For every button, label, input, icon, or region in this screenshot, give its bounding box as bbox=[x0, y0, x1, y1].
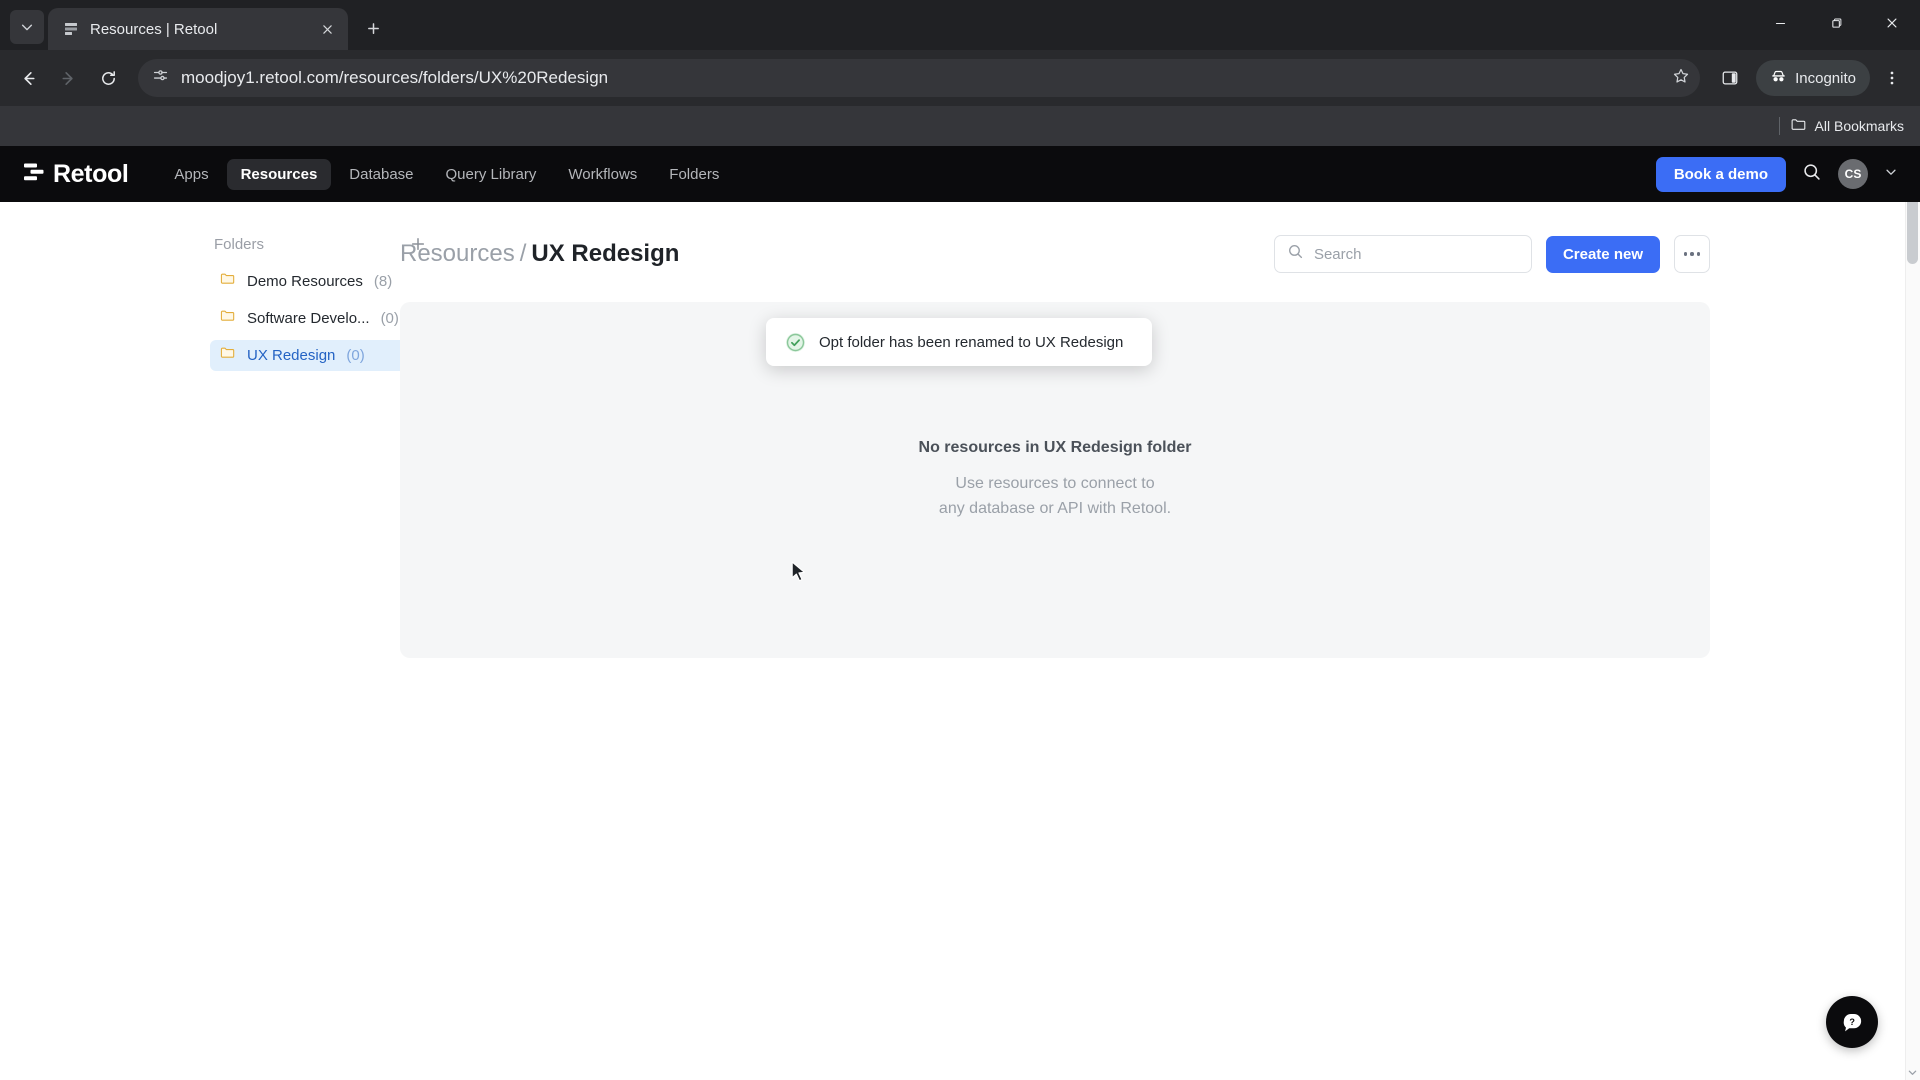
empty-state-line1: Use resources to connect to bbox=[955, 475, 1155, 492]
nav-search-button[interactable] bbox=[1802, 162, 1822, 187]
incognito-icon bbox=[1770, 68, 1787, 89]
svg-text:?: ? bbox=[1849, 1017, 1855, 1027]
nav-item-resources[interactable]: Resources bbox=[226, 158, 332, 190]
minimize-button[interactable] bbox=[1752, 0, 1808, 46]
retool-favicon-icon bbox=[62, 20, 80, 38]
breadcrumb-current: UX Redesign bbox=[531, 240, 680, 267]
folder-icon bbox=[220, 271, 236, 292]
maximize-button[interactable] bbox=[1808, 0, 1864, 46]
toast-notification: Opt folder has been renamed to UX Redesi… bbox=[766, 318, 1152, 366]
folders-sidebar-title: Folders bbox=[214, 235, 265, 253]
bookmarks-bar: All Bookmarks bbox=[0, 106, 1920, 146]
help-button[interactable]: ? bbox=[1826, 996, 1878, 1048]
all-bookmarks-button[interactable]: All Bookmarks bbox=[1790, 116, 1904, 136]
back-arrow-icon bbox=[23, 71, 35, 85]
breadcrumb-parent[interactable]: Resources bbox=[400, 240, 515, 267]
nav-item-database[interactable]: Database bbox=[335, 159, 427, 190]
page-scrollbar[interactable] bbox=[1905, 146, 1920, 1080]
incognito-indicator[interactable]: Incognito bbox=[1756, 60, 1870, 96]
retool-logo-icon bbox=[22, 161, 44, 188]
side-panel-button[interactable] bbox=[1712, 60, 1748, 96]
new-tab-button[interactable] bbox=[356, 11, 390, 45]
side-panel-icon bbox=[1722, 71, 1738, 85]
retool-nav-items: Apps Resources Database Query Library Wo… bbox=[160, 158, 733, 190]
folder-count: (0) bbox=[346, 347, 365, 364]
window-close-button[interactable] bbox=[1864, 0, 1920, 46]
ellipsis-icon bbox=[1683, 252, 1701, 256]
browser-window: Resources | Retool moodjoy1.retool.com/r… bbox=[0, 0, 1920, 1080]
back-button[interactable] bbox=[10, 60, 46, 96]
bookmarks-divider bbox=[1778, 117, 1780, 135]
kebab-menu-icon bbox=[1890, 71, 1894, 85]
nav-item-query-library[interactable]: Query Library bbox=[432, 159, 551, 190]
toast-message: Opt folder has been renamed to UX Redesi… bbox=[819, 333, 1124, 351]
avatar[interactable]: CS bbox=[1838, 159, 1868, 189]
folder-name: UX Redesign bbox=[247, 347, 336, 364]
breadcrumb: Resources / UX Redesign bbox=[400, 240, 679, 268]
tab-search-button[interactable] bbox=[10, 10, 44, 44]
check-circle-icon bbox=[786, 332, 805, 352]
minimize-icon bbox=[1775, 22, 1785, 24]
site-settings-icon[interactable] bbox=[152, 67, 169, 89]
more-options-button[interactable] bbox=[1674, 235, 1710, 273]
window-controls bbox=[1752, 0, 1920, 46]
retool-logo[interactable]: Retool bbox=[22, 159, 129, 189]
browser-tab-strip: Resources | Retool bbox=[0, 0, 1920, 50]
nav-item-apps[interactable]: Apps bbox=[160, 159, 222, 190]
search-input[interactable]: Search bbox=[1273, 235, 1532, 273]
plus-icon bbox=[367, 22, 379, 34]
chevron-down-icon bbox=[21, 24, 33, 31]
address-bar-url[interactable]: moodjoy1.retool.com/resources/folders/UX… bbox=[181, 68, 1660, 88]
retool-brand-text: Retool bbox=[53, 159, 129, 188]
all-bookmarks-label: All Bookmarks bbox=[1814, 118, 1904, 134]
search-input-placeholder: Search bbox=[1313, 245, 1362, 263]
reload-button[interactable] bbox=[90, 60, 126, 96]
window-close-icon bbox=[1887, 18, 1897, 28]
address-bar[interactable]: moodjoy1.retool.com/resources/folders/UX… bbox=[138, 59, 1701, 97]
star-icon[interactable] bbox=[1672, 67, 1690, 90]
search-icon bbox=[1804, 163, 1820, 180]
chevron-down-icon bbox=[1886, 169, 1896, 175]
folder-count: (0) bbox=[380, 310, 399, 327]
close-icon[interactable] bbox=[316, 18, 338, 40]
folders-sidebar: Folders Demo Resources (8) Software Deve… bbox=[0, 234, 440, 658]
folder-icon bbox=[220, 345, 236, 366]
account-menu-button[interactable] bbox=[1884, 165, 1898, 184]
browser-toolbar: moodjoy1.retool.com/resources/folders/UX… bbox=[0, 50, 1920, 106]
browser-tab[interactable]: Resources | Retool bbox=[48, 8, 348, 50]
main-header-actions: Search Create new bbox=[1273, 235, 1710, 273]
forward-arrow-icon bbox=[61, 71, 73, 85]
search-icon bbox=[1287, 243, 1304, 265]
browser-menu-button[interactable] bbox=[1874, 60, 1910, 96]
main-header: Resources / UX Redesign Search Create ne… bbox=[400, 234, 1710, 274]
book-a-demo-button[interactable]: Book a demo bbox=[1655, 156, 1786, 192]
nav-item-folders[interactable]: Folders bbox=[655, 159, 733, 190]
create-new-button[interactable]: Create new bbox=[1545, 235, 1660, 273]
breadcrumb-separator: / bbox=[519, 240, 527, 267]
empty-state-line2: any database or API with Retool. bbox=[938, 500, 1172, 517]
page-content: Folders Demo Resources (8) Software Deve… bbox=[0, 202, 1920, 658]
forward-button[interactable] bbox=[50, 60, 86, 96]
browser-tab-title: Resources | Retool bbox=[90, 20, 218, 38]
resources-main: Resources / UX Redesign Search Create ne… bbox=[400, 234, 1920, 658]
retool-nav-right: Book a demo CS bbox=[1655, 156, 1898, 192]
mouse-cursor bbox=[791, 561, 809, 590]
folder-icon bbox=[220, 308, 236, 329]
empty-state-title: No resources in UX Redesign folder bbox=[918, 439, 1192, 456]
nav-item-workflows[interactable]: Workflows bbox=[554, 159, 651, 190]
folder-count: (8) bbox=[373, 273, 393, 290]
folder-icon bbox=[1790, 116, 1807, 136]
retool-navbar: Retool Apps Resources Database Query Lib… bbox=[0, 146, 1920, 202]
incognito-label: Incognito bbox=[1795, 69, 1856, 87]
folder-name: Demo Resources bbox=[247, 273, 363, 290]
help-question-icon: ? bbox=[1843, 1013, 1861, 1031]
folder-name: Software Develo... bbox=[247, 310, 370, 327]
scroll-down-arrow-icon[interactable] bbox=[1907, 1067, 1918, 1078]
maximize-icon bbox=[1831, 18, 1841, 28]
reload-icon bbox=[101, 70, 115, 85]
retool-app: Retool Apps Resources Database Query Lib… bbox=[0, 146, 1920, 1080]
